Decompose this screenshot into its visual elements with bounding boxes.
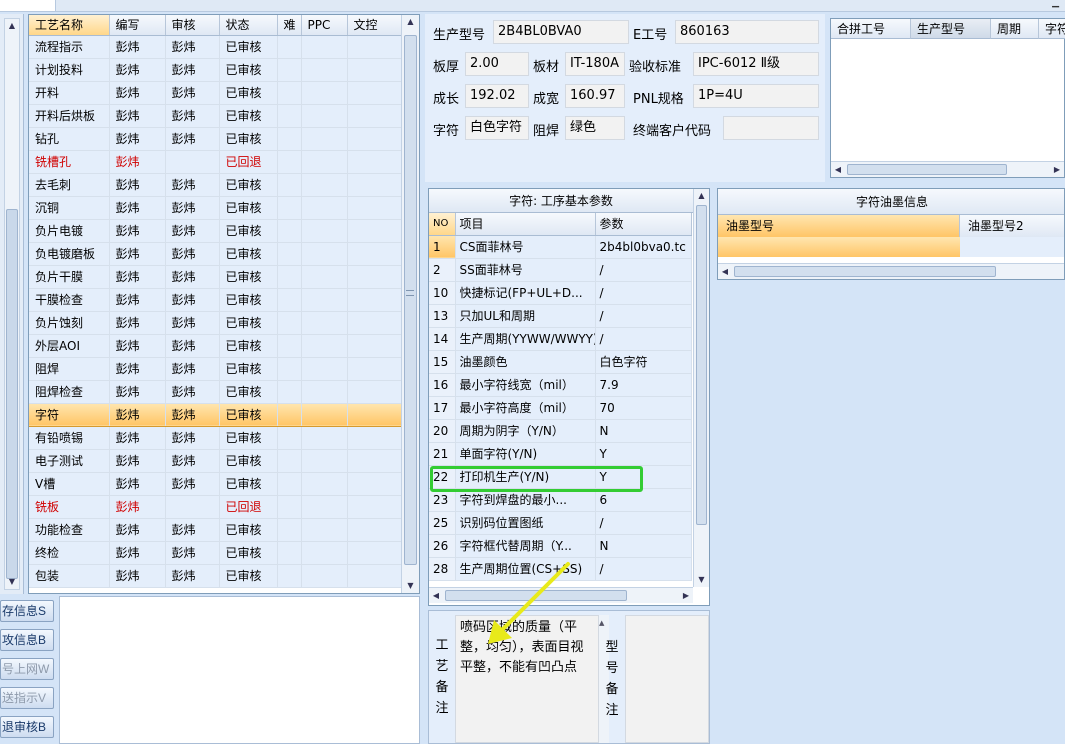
annotation-arrow-shaft (498, 562, 570, 634)
annotation-arrow (488, 562, 570, 644)
